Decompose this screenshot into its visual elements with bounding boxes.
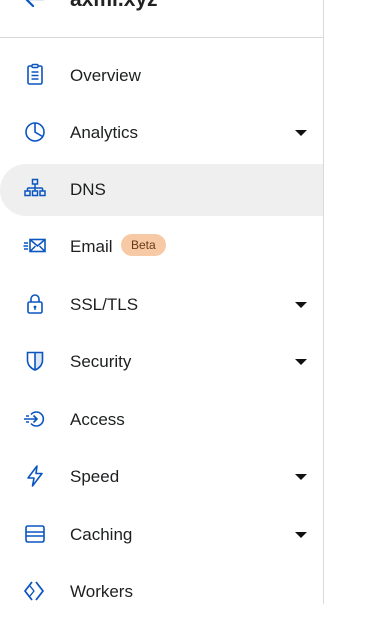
sidebar: axmi.xyz Overview Analytics DNS Email Be… [0,0,324,604]
shield-icon [23,349,47,373]
nav-item-security[interactable]: Security [0,336,323,388]
nav-item-workers[interactable]: Workers [0,566,323,618]
zone-name: axmi.xyz [70,0,158,12]
nav-label: Security [70,352,132,371]
nav-item-overview[interactable]: Overview [0,50,323,102]
nav-item-speed[interactable]: Speed [0,451,323,503]
nav-label: Caching [70,525,133,544]
pie-chart-icon [23,120,47,144]
document-icon [23,63,47,87]
nav-item-analytics[interactable]: Analytics [0,107,323,159]
nav-item-email[interactable]: Email Beta [0,221,323,273]
chevron-down-icon[interactable] [295,130,307,136]
nav-item-dns[interactable]: DNS [0,164,323,216]
lightning-icon [23,464,47,488]
nav-label: Analytics [70,123,139,142]
nav-label: Speed [70,467,120,486]
zone-header: axmi.xyz [0,0,323,38]
nav-item-ssl-tls[interactable]: SSL/TLS [0,279,323,331]
nav-label: Workers [70,582,133,601]
chevron-down-icon[interactable] [295,359,307,365]
workers-icon [23,579,47,603]
lock-icon [23,292,47,316]
beta-badge: Beta [121,234,166,256]
email-icon [23,234,47,258]
chevron-down-icon[interactable] [295,474,307,480]
access-icon [23,407,47,431]
chevron-down-icon[interactable] [295,532,307,538]
nav-item-caching[interactable]: Caching [0,509,323,561]
nav-label: Overview [70,66,141,85]
nav-label: DNS [70,180,106,199]
nav-item-access[interactable]: Access [0,394,323,446]
nav-label: SSL/TLS [70,295,139,314]
chevron-down-icon[interactable] [295,302,307,308]
server-icon [23,522,47,546]
nav-label: Access [70,410,125,429]
nav-label: Email [70,237,113,256]
network-tree-icon [23,177,47,201]
back-arrow-icon[interactable] [22,0,48,12]
